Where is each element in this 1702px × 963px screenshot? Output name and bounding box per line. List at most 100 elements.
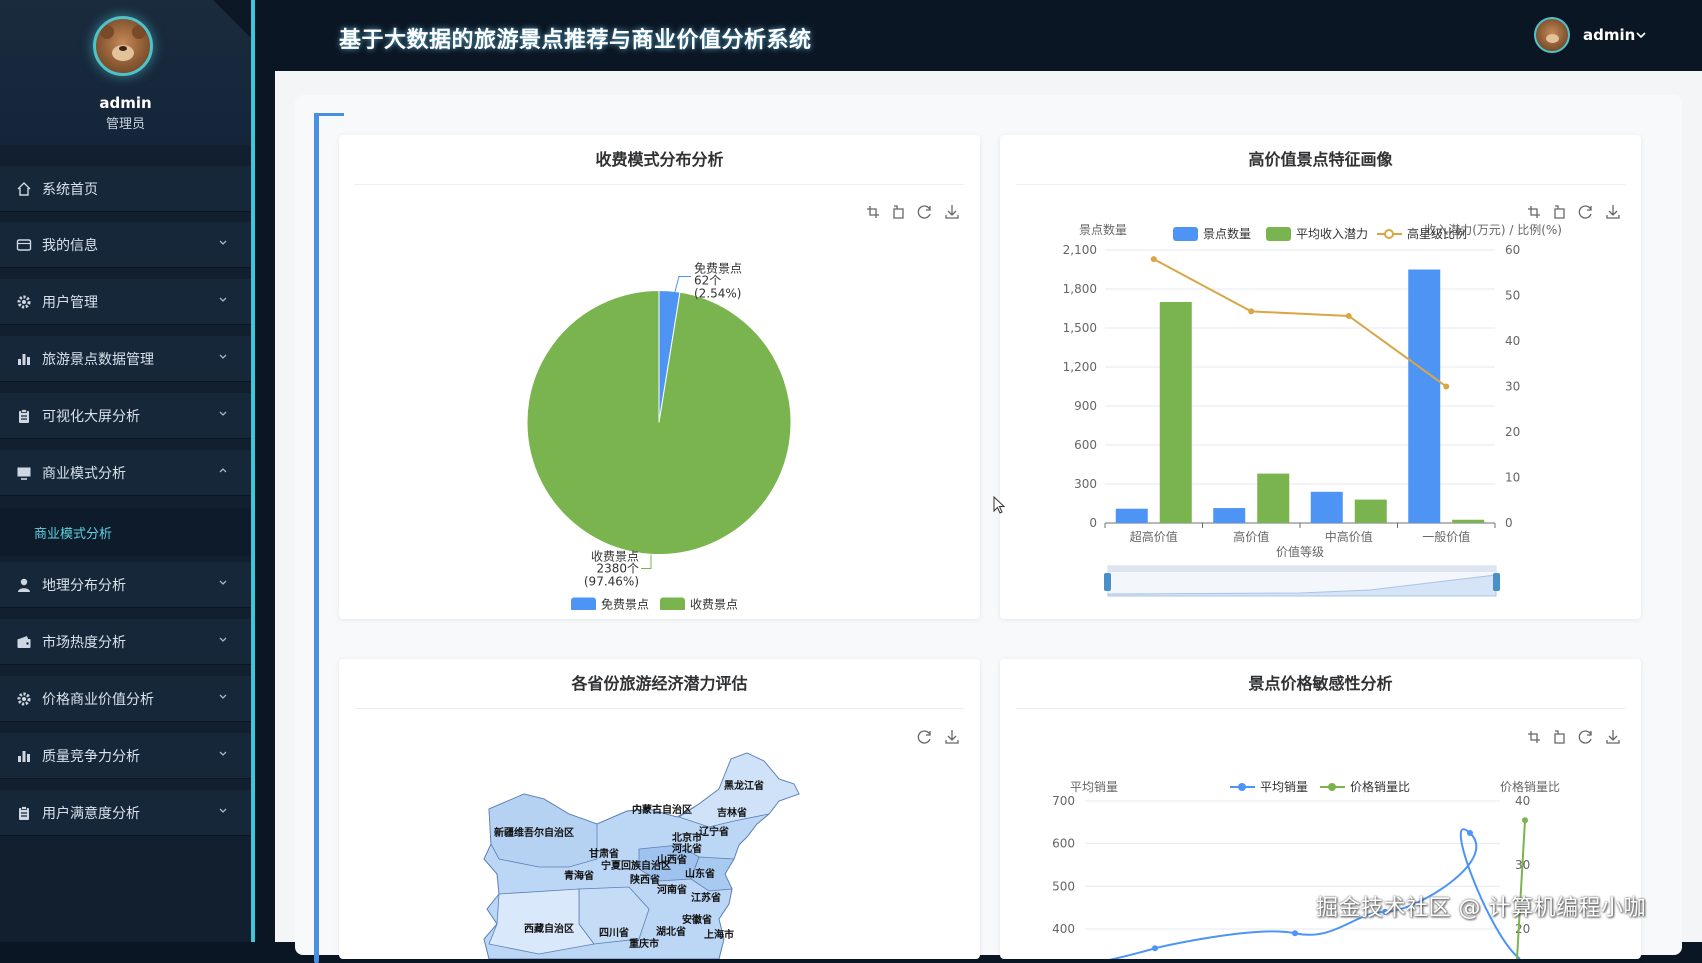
zoom-reset-icon[interactable] [1551,203,1569,221]
sidebar-item-business-model-analysis[interactable]: 商业模式分析 [0,450,251,496]
map-region-label: 辽宁省 [699,825,729,838]
legend-label: 平均销量 [1260,780,1308,794]
bar [1159,302,1192,523]
header-avatar[interactable] [1534,17,1570,53]
chevron-down-icon[interactable] [217,576,229,588]
map-region-label: 甘肃省 [589,847,619,860]
card-title: 高价值景点特征画像 [1248,150,1393,169]
sidebar-item-geo-distribution-analysis[interactable]: 地理分布分析 [0,562,251,608]
map-region-label: 安徽省 [682,913,712,926]
legend-label: 高星级比例 [1407,226,1467,241]
y-tick-left: 500 [1052,879,1075,893]
gear-icon [17,692,31,705]
map-region-label: 河北省 [672,842,702,855]
map-region-label: 河南省 [657,883,687,896]
x-tick-label: 中高价值 [1325,529,1373,544]
download-icon[interactable] [1604,203,1622,221]
watermark: 掘金技术社区 @ 计算机编程小咖 [1316,896,1646,921]
sidebar-item-market-heat-analysis[interactable]: 市场热度分析 [0,619,251,665]
chevron-down-icon[interactable] [217,350,229,362]
y-tick-right: 10 [1505,471,1520,485]
map-region-label: 北京市 [672,831,702,844]
legend-label: 价格销量比 [1350,779,1410,794]
legend-swatch [1173,227,1198,241]
y-tick-left: 0 [1089,516,1097,530]
line-chart: 400500600700203040平均销量 价格销量比平均销量 价格销量比 [1052,779,1560,959]
map-region-label: 重庆市 [629,937,659,950]
legend-swatch [571,597,596,610]
sidebar-item-label: 市场热度分析 [42,634,126,651]
chevron-down-icon[interactable] [217,690,229,702]
province-card: 各省份旅游经济潜力评估 黑龙江省 吉林省 内蒙古自治区 辽宁省 新疆维吾尔自治区 北京市甘… [339,659,980,959]
sidebar-item-label: 用户管理 [42,294,98,311]
chevron-down-icon[interactable] [217,747,229,759]
sidebar-item-visual-dashboard[interactable]: 可视化大屏分析 [0,393,251,439]
legend-swatch [1266,227,1291,241]
sidebar-item-label: 质量竞争力分析 [42,748,140,765]
sidebar-item-label: 用户满意度分析 [42,805,140,822]
map-region-label: 湖北省 [656,925,686,938]
bar-chart-icon [18,750,30,762]
sidebar-item-user-management[interactable]: 用户管理 [0,279,251,325]
wallet-icon [17,635,31,648]
map-region-label: 吉林省 [717,806,747,819]
pie-label-count: 62个 [694,274,721,288]
clipboard-icon [19,805,29,820]
map-region-label: 陕西省 [630,873,660,886]
bar [1408,269,1441,523]
map-region-label: 黑龙江省 [724,779,764,792]
sidebar-item-label: 系统首页 [42,181,98,198]
chevron-down-icon[interactable] [217,633,229,645]
datazoom-handle-left [1104,573,1111,591]
y-tick-right: 20 [1505,425,1520,439]
sidebar-item-attraction-data-management[interactable]: 旅游景点数据管理 [0,336,251,382]
line-point [1345,312,1352,319]
card-title: 各省份旅游经济潜力评估 [571,674,748,693]
sidebar-item-system-home[interactable]: 系统首页 [0,166,251,212]
id-card-icon [16,238,32,251]
zoom-area-icon[interactable] [1525,203,1543,221]
chevron-down-icon[interactable] [1635,29,1647,41]
china-map: 黑龙江省吉林省内蒙古自治区辽宁省新疆维吾尔自治区 北京市甘肃省宁夏回族自治区河北省… [483,752,800,959]
line-point [1443,383,1450,390]
map-region-label: 山西省 [657,853,687,866]
sidebar-item-my-info[interactable]: 我的信息 [0,222,251,268]
restore-icon[interactable] [1577,203,1595,221]
y-tick-left: 900 [1074,399,1097,413]
sidebar-item-label: 商业模式分析 [42,465,126,482]
high-value-card: 高价值景点特征画像 0 300 600 900 1,200 1,500 1,800 2,100… [1000,135,1641,619]
sidebar-item-label: 价格商业价值分析 [42,691,154,708]
profile-role: 管理员 [105,117,145,132]
download-icon[interactable] [943,728,961,746]
line-point [1152,945,1158,952]
chevron-down-icon[interactable] [217,407,229,419]
header-username[interactable]: admin [1583,26,1635,44]
bar [1354,499,1387,523]
bar [1213,508,1246,523]
avatar[interactable] [93,16,153,76]
legend-swatch [660,597,685,610]
map-region [488,888,595,955]
submenu-item-business-model-analysis[interactable]: 商业模式分析 [0,508,251,556]
chevron-down-icon[interactable] [217,804,229,816]
sidebar-item-label: 我的信息 [42,237,98,254]
chevron-down-icon[interactable] [217,293,229,305]
top-header: 基于大数据的旅游景点推荐与商业价值分析系统 admin [255,0,1702,70]
legend-marker [1384,229,1394,239]
sidebar-item-price-value-analysis[interactable]: 价格商业价值分析 [0,676,251,722]
mouse-cursor-icon [993,496,1006,514]
restore-icon[interactable] [916,728,934,746]
monitor-icon [17,467,31,480]
legend-label: 平均收入潜力 [1296,227,1368,241]
chevron-down-icon[interactable] [217,236,229,248]
bar [1452,519,1485,523]
map-region-label: 山东省 [685,867,715,880]
line-point [1150,256,1157,263]
sidebar-item-user-satisfaction-analysis[interactable]: 用户满意度分析 [0,790,251,836]
sidebar-item-quality-competitiveness-analysis[interactable]: 质量竞争力分析 [0,733,251,779]
card-title: 景点价格敏感性分析 [1248,674,1393,693]
chevron-up-icon[interactable] [217,464,229,476]
x-axis-title: 价值等级 [1276,544,1324,559]
map-region-label: 江苏省 [691,891,721,904]
legend-label: 免费景点 [601,597,649,611]
